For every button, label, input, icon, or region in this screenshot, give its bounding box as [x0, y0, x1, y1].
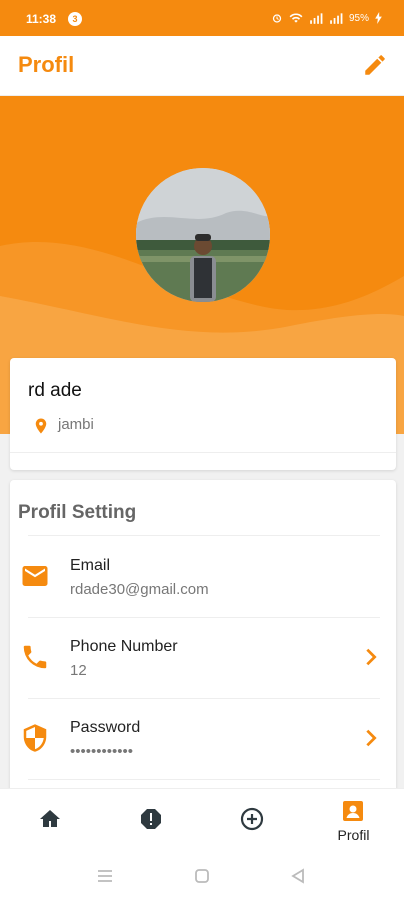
shield-icon [23, 724, 47, 752]
password-value: •••••••••••• [70, 743, 134, 760]
alarm-icon [272, 14, 282, 23]
password-row[interactable]: Password •••••••••••• [10, 699, 396, 779]
notification-badge: 3 [68, 12, 82, 26]
profile-location: jambi [58, 416, 94, 433]
status-icons: 95% [271, 12, 382, 24]
divider [28, 779, 380, 780]
page-title: Profil [18, 52, 75, 77]
email-label: Email [70, 557, 111, 574]
battery-level: 95% [348, 12, 369, 24]
home-icon [40, 810, 60, 827]
nav-item-report[interactable] [101, 789, 202, 851]
alert-icon [141, 809, 161, 829]
bottom-navigation: Profil [0, 788, 404, 850]
phone-number-label: Phone Number [70, 638, 178, 655]
section-title: Profil Setting [18, 502, 137, 523]
phone-number-value: 12 [70, 662, 87, 679]
wifi-icon [289, 13, 303, 23]
nav-item-home[interactable] [0, 789, 101, 851]
signal-icon [310, 13, 323, 24]
password-label: Password [70, 719, 141, 736]
phone-icon [23, 645, 47, 669]
recent-apps-icon[interactable] [96, 868, 114, 884]
add-circle-icon [240, 807, 264, 831]
email-value: rdade30@gmail.com [70, 581, 209, 598]
nav-item-profile[interactable]: Profil [303, 789, 404, 851]
email-row[interactable]: Email rdade30@gmail.com [10, 537, 396, 617]
charging-icon [375, 12, 382, 24]
system-navigation-bar [0, 850, 404, 900]
phone-number-row[interactable]: Phone Number 12 [10, 618, 396, 698]
profile-settings-card: Profil Setting Email rdade30@gmail.com P… [10, 480, 396, 810]
app-bar: Profil [0, 36, 404, 96]
signal-icon-2 [330, 13, 343, 24]
nav-item-profile-label: Profil [337, 827, 370, 843]
profile-name: rd ade [28, 380, 82, 401]
profile-icon [343, 801, 363, 821]
avatar-photo [136, 168, 270, 302]
location-pin-icon [35, 418, 47, 434]
profile-card: rd ade jambi [10, 358, 396, 470]
home-button-icon[interactable] [194, 868, 210, 884]
chevron-right-icon[interactable] [360, 644, 382, 670]
divider [10, 452, 396, 453]
email-icon [22, 566, 48, 586]
nav-item-add[interactable] [202, 789, 303, 851]
status-time: 11:38 [26, 12, 57, 26]
edit-icon[interactable] [362, 52, 388, 78]
avatar[interactable] [136, 168, 270, 302]
divider [28, 535, 380, 536]
back-icon[interactable] [290, 868, 306, 884]
chevron-right-icon[interactable] [360, 725, 382, 751]
status-bar: 11:38 3 95% [0, 0, 404, 36]
